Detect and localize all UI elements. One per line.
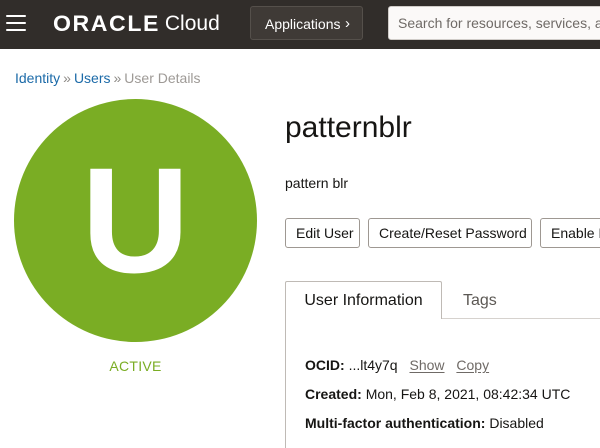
show-ocid-link[interactable]: Show: [409, 357, 444, 373]
top-navigation-bar: ORACLE Cloud Applications ›: [0, 0, 600, 49]
ocid-value: ...lt4y7q: [348, 357, 398, 373]
breadcrumb-users-link[interactable]: Users: [74, 70, 111, 86]
hamburger-menu-icon[interactable]: [6, 12, 28, 34]
tab-tags[interactable]: Tags: [463, 292, 497, 310]
create-reset-password-button[interactable]: Create/Reset Password: [368, 218, 532, 248]
ocid-row: OCID: ...lt4y7q Show Copy: [305, 357, 489, 373]
ocid-label: OCID:: [305, 357, 345, 373]
status-badge: ACTIVE: [109, 358, 162, 374]
user-avatar: U: [14, 99, 257, 342]
copy-ocid-link[interactable]: Copy: [456, 357, 489, 373]
applications-button[interactable]: Applications ›: [250, 6, 363, 40]
applications-label: Applications: [265, 16, 341, 32]
mfa-value: Disabled: [489, 415, 544, 431]
mfa-row: Multi-factor authentication: Disabled: [305, 415, 544, 431]
breadcrumb-identity-link[interactable]: Identity: [15, 70, 60, 86]
avatar-letter: U: [81, 136, 190, 304]
panel-border: [285, 318, 286, 448]
oracle-cloud-logo[interactable]: ORACLE Cloud: [53, 10, 220, 38]
breadcrumb-separator: »: [63, 70, 71, 86]
user-description: pattern blr: [285, 175, 349, 191]
created-label: Created:: [305, 386, 362, 402]
breadcrumb-separator: »: [113, 70, 122, 86]
edit-user-button[interactable]: Edit User: [285, 218, 360, 248]
search-input[interactable]: [388, 6, 600, 40]
chevron-right-icon: ›: [345, 15, 350, 32]
logo-brand-text: ORACLE: [53, 11, 160, 36]
breadcrumb-current: User Details: [124, 70, 201, 86]
created-row: Created: Mon, Feb 8, 2021, 08:42:34 UTC: [305, 386, 570, 402]
page-title: patternblr: [285, 111, 412, 144]
mfa-label: Multi-factor authentication:: [305, 415, 486, 431]
breadcrumb: Identity» Users» User Details: [15, 70, 201, 86]
logo-product-text: Cloud: [164, 12, 220, 35]
enable-mfa-button[interactable]: Enable Multi-Factor Authentication: [540, 218, 600, 248]
tab-user-information[interactable]: User Information: [285, 281, 442, 319]
created-value: Mon, Feb 8, 2021, 08:42:34 UTC: [365, 386, 571, 402]
